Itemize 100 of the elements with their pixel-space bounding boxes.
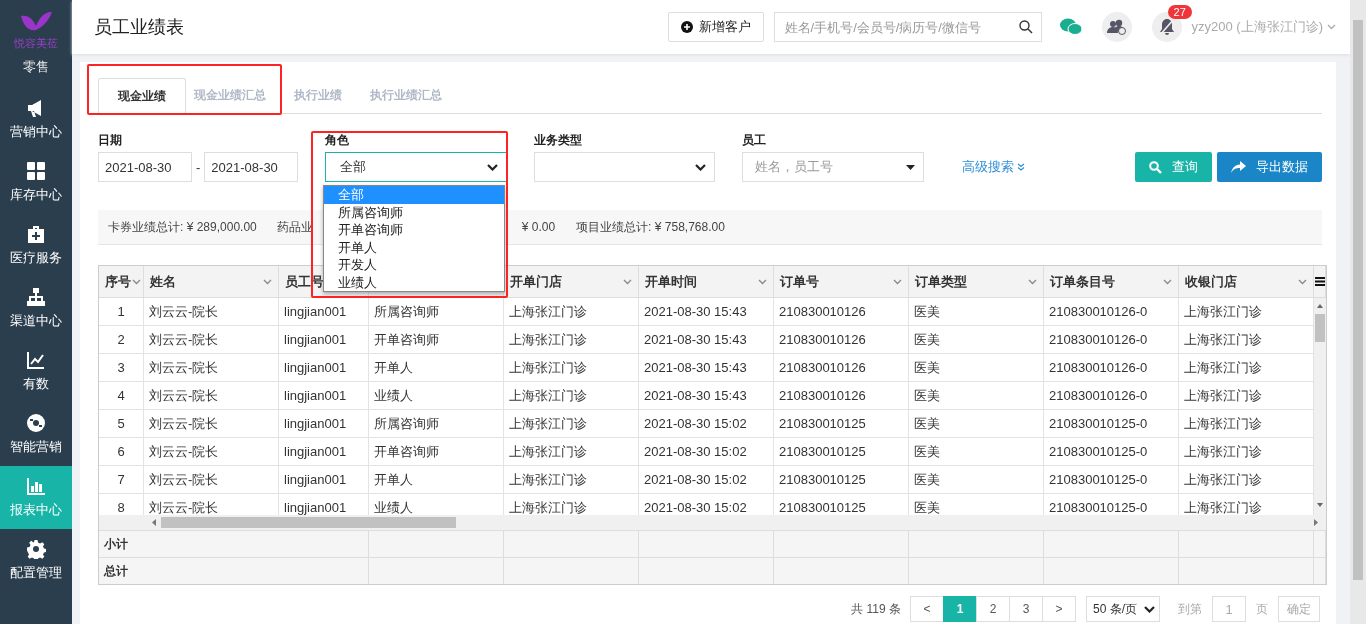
column-header[interactable]: 姓名	[144, 266, 279, 298]
table-cell: 刘云云-院长	[144, 410, 279, 438]
footer-label-cell: 小计	[99, 530, 369, 557]
prev-page-button[interactable]: <	[910, 596, 944, 622]
page-scrollbar[interactable]	[1350, 0, 1366, 624]
footer-label-cell: 总计	[99, 557, 369, 584]
dropdown-option[interactable]: 业绩人	[324, 273, 504, 291]
column-header[interactable]: 开单门店	[504, 266, 639, 298]
sidebar-item[interactable]: 零售	[0, 52, 72, 88]
table-cell: 开单人	[369, 466, 504, 494]
notification-badge: 27	[1167, 5, 1192, 19]
table-cell: 医美	[909, 382, 1044, 410]
table-cell: 医美	[909, 326, 1044, 354]
advanced-search-link[interactable]: 高级搜索	[962, 152, 1026, 182]
sidebar-item[interactable]: 营销中心	[0, 88, 72, 151]
table-cell: 210830010125-0	[1044, 438, 1179, 466]
plus-circle-icon	[680, 21, 693, 33]
table-cell: 210830010126	[774, 382, 909, 410]
table-cell: 5	[99, 410, 144, 438]
table-cell: 6	[99, 438, 144, 466]
double-chevron-icon	[1017, 163, 1026, 171]
horizontal-scrollbar[interactable]	[99, 515, 1326, 530]
table-cell: 4	[99, 382, 144, 410]
dropdown-option[interactable]: 开单咨询师	[324, 221, 504, 239]
sidebar-icon	[26, 350, 46, 370]
column-header[interactable]: 订单号	[774, 266, 909, 298]
table-cell: 210830010125	[774, 438, 909, 466]
sidebar-item[interactable]: 智能营销	[0, 403, 72, 466]
column-header[interactable]: 序号	[99, 266, 144, 298]
date-field[interactable]: 2021-08-30	[98, 152, 192, 182]
page-size-select[interactable]: 50 条/页	[1086, 596, 1160, 622]
caret-icon	[695, 163, 707, 171]
dropdown-option[interactable]: 开单人	[324, 238, 504, 256]
field-label: 日期	[98, 132, 123, 146]
table-cell: 210830010125	[774, 410, 909, 438]
page-button[interactable]: 2	[976, 596, 1010, 622]
table-cell: 医美	[909, 410, 1044, 438]
table-cell: 医美	[909, 298, 1044, 326]
search-icon	[1149, 160, 1162, 174]
table-cell: 上海张江门诊	[504, 438, 639, 466]
field-label: 员工	[742, 132, 768, 146]
table-cell: 业绩人	[369, 382, 504, 410]
table-cell: lingjian001	[279, 382, 369, 410]
table-cell: 开单咨询师	[369, 326, 504, 354]
table-cell: 210830010125-0	[1044, 466, 1179, 494]
chevron-icon	[1327, 24, 1336, 30]
table-cell: lingjian001	[279, 326, 369, 354]
table-cell: lingjian001	[279, 410, 369, 438]
sidebar-item[interactable]: 库存中心	[0, 151, 72, 214]
field-label: 业务类型	[534, 132, 584, 146]
table-cell: 上海张江门诊	[504, 354, 639, 382]
table-cell: 210830010126-0	[1044, 382, 1179, 410]
table-cell: 210830010125-0	[1044, 410, 1179, 438]
date-separator: -	[196, 159, 201, 175]
people-icon	[1106, 19, 1127, 35]
table-cell: 刘云云-院长	[144, 382, 279, 410]
caret-icon	[906, 164, 916, 170]
summary-text: 卡券业绩总计: ¥ 289,000.00	[108, 218, 257, 236]
tab[interactable]: 现金业绩	[98, 78, 186, 114]
column-header[interactable]: 收银门店	[1179, 266, 1314, 298]
sidebar-item[interactable]: 渠道中心	[0, 277, 72, 340]
chevron-icon	[1028, 278, 1037, 285]
sidebar-icon	[26, 161, 46, 181]
column-menu-button[interactable]	[1314, 266, 1326, 298]
vertical-scrollbar[interactable]	[1314, 298, 1326, 515]
column-header[interactable]: 开单时间	[639, 266, 774, 298]
date-field[interactable]: 2021-08-30	[204, 152, 299, 182]
wechat-icon[interactable]	[1059, 18, 1082, 36]
contacts-button[interactable]	[1101, 12, 1132, 42]
table-cell: 上海张江门诊	[504, 410, 639, 438]
table-cell: 所属咨询师	[369, 298, 504, 326]
table-cell: 刘云云-院长	[144, 326, 279, 354]
sidebar-item[interactable]: 医疗服务	[0, 214, 72, 277]
menu-icon	[1314, 277, 1325, 286]
column-header[interactable]: 订单类型	[909, 266, 1044, 298]
field-label: 角色	[325, 132, 351, 146]
footer-cell	[1314, 557, 1326, 584]
role-select[interactable]: 全部	[325, 152, 508, 182]
table-cell: lingjian001	[279, 298, 369, 326]
table-cell: 上海张江门诊	[504, 382, 639, 410]
dropdown-option[interactable]: 所属咨询师	[324, 203, 504, 221]
table-cell: 1	[99, 298, 144, 326]
new-customer-button[interactable]: 新增客户	[667, 12, 764, 42]
export-button[interactable]: 导出数据	[1217, 152, 1322, 182]
table-cell: 所属咨询师	[369, 410, 504, 438]
page-button[interactable]: 3	[1009, 596, 1043, 622]
table-cell: 刘云云-院长	[144, 466, 279, 494]
table-cell: 210830010126	[774, 298, 909, 326]
table-cell: 2021-08-30 15:43	[639, 354, 774, 382]
chevron-icon	[758, 278, 767, 285]
search-icon[interactable]	[1018, 20, 1033, 34]
search-field[interactable]: 姓名/手机号/会员号/病历号/微信号	[773, 12, 1042, 42]
table-cell: 开单人	[369, 354, 504, 382]
sidebar-item[interactable]: 配置管理	[0, 529, 72, 592]
sidebar-icon	[26, 224, 46, 244]
table-cell: 2021-08-30 15:02	[639, 438, 774, 466]
next-page-button[interactable]: >	[1042, 596, 1076, 622]
sidebar-item[interactable]: 有数	[0, 340, 72, 403]
dropdown-option[interactable]: 开发人	[324, 256, 504, 274]
column-header[interactable]: 订单条目号	[1044, 266, 1179, 298]
